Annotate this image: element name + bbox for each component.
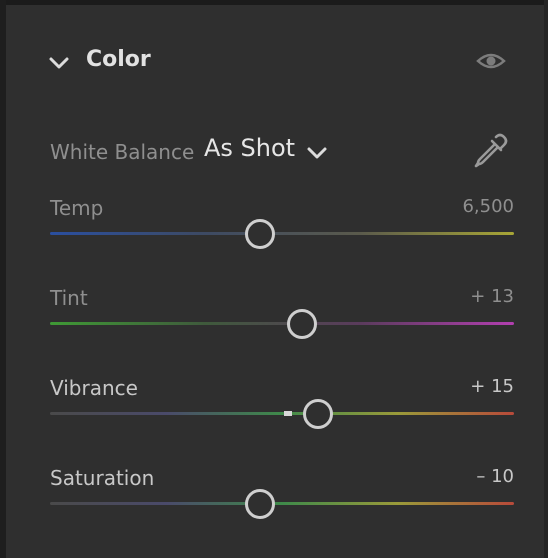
chevron-down-icon[interactable]: [48, 52, 70, 74]
white-balance-value: As Shot: [204, 134, 296, 162]
slider-track[interactable]: [50, 322, 514, 325]
top-border: [0, 0, 548, 5]
left-border: [0, 0, 6, 558]
slider-thumb[interactable]: [286, 309, 317, 339]
right-border: [544, 0, 548, 558]
slider-value[interactable]: + 15: [470, 376, 514, 397]
slider-track[interactable]: [50, 232, 514, 235]
chevron-down-icon: [307, 147, 327, 159]
slider-saturation: Saturation – 10: [50, 466, 514, 526]
slider-label: Temp: [50, 196, 104, 220]
slider-value[interactable]: + 13: [470, 286, 514, 307]
white-balance-label: White Balance: [50, 140, 195, 164]
slider-tint: Tint + 13: [50, 286, 514, 346]
slider-label: Saturation: [50, 466, 155, 490]
slider-thumb[interactable]: [244, 489, 275, 519]
slider-track[interactable]: [50, 502, 514, 505]
slider-thumb[interactable]: [244, 219, 275, 249]
slider-track[interactable]: [50, 412, 514, 415]
slider-temp: Temp 6,500: [50, 196, 514, 256]
slider-label: Vibrance: [50, 376, 138, 400]
slider-label: Tint: [50, 286, 88, 310]
white-balance-row: White Balance As Shot: [50, 132, 520, 172]
slider-value[interactable]: 6,500: [462, 196, 514, 217]
eyedropper-icon[interactable]: [472, 132, 510, 170]
slider-center-mark: [284, 411, 292, 416]
section-header[interactable]: Color: [48, 44, 518, 80]
color-panel: Color White Balance As Shot Temp 6,500 T…: [0, 0, 548, 558]
section-title: Color: [86, 47, 151, 72]
slider-thumb[interactable]: [302, 399, 333, 429]
slider-vibrance: Vibrance + 15: [50, 376, 514, 436]
slider-value[interactable]: – 10: [476, 466, 514, 487]
eye-icon[interactable]: [476, 50, 506, 72]
